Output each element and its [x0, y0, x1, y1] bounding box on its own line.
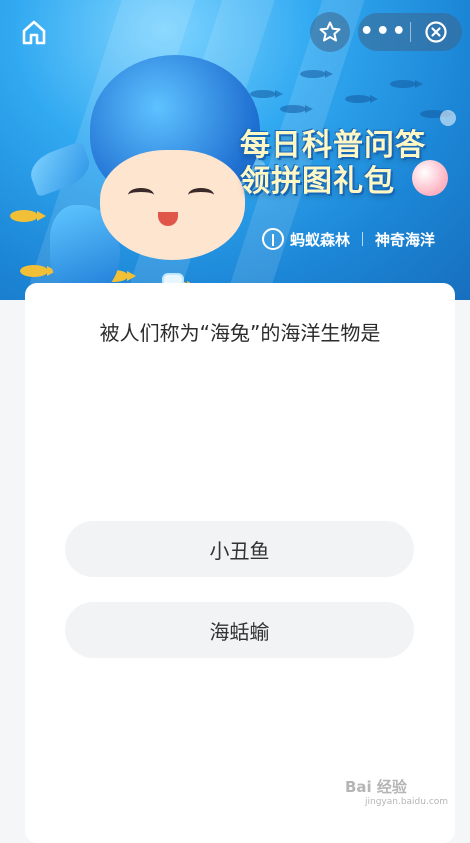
mini-program-capsule: ••• — [358, 13, 462, 51]
quiz-question: 被人们称为“海兔”的海洋生物是 — [99, 321, 381, 345]
home-icon — [22, 20, 46, 45]
ant-forest-logo-icon — [262, 228, 284, 250]
brand-divider — [362, 232, 364, 246]
star-icon — [319, 21, 341, 42]
yellow-fish-decoration — [10, 210, 46, 222]
fish-decoration — [390, 80, 423, 88]
more-dots-icon: ••• — [359, 19, 408, 44]
mascot-mouth — [158, 212, 178, 226]
quiz-card: 被人们称为“海兔”的海洋生物是 小丑鱼 海蛞蝓 — [25, 283, 455, 843]
yellow-fish-decoration — [20, 265, 56, 277]
more-button[interactable]: ••• — [358, 13, 410, 51]
mascot-face — [100, 150, 245, 260]
mascot-eye — [188, 188, 214, 202]
fish-decoration — [345, 95, 378, 103]
close-button[interactable] — [411, 13, 463, 51]
home-button[interactable] — [18, 18, 50, 46]
brand-magic-ocean: 神奇海洋 — [375, 230, 436, 249]
favorite-button[interactable] — [310, 12, 350, 52]
brand-ant-forest: 蚂蚁森林 — [290, 230, 351, 249]
fish-decoration — [300, 70, 333, 78]
banner-title-line2: 领拼图礼包 — [240, 164, 395, 199]
watermark-url: jingyan.baidu.com — [365, 797, 449, 807]
brand-row: 蚂蚁森林 神奇海洋 — [262, 228, 435, 250]
baidu-watermark: Bai 经验 jingyan.baidu.com — [345, 776, 448, 807]
close-circle-icon — [425, 21, 447, 43]
banner-title-line1: 每日科普问答 — [240, 128, 426, 163]
fish-decoration — [250, 90, 283, 98]
banner-title: 每日科普问答 领拼图礼包 — [240, 128, 470, 200]
option-button-1[interactable]: 小丑鱼 — [65, 521, 414, 577]
bubble-decoration — [440, 110, 456, 126]
option-button-2[interactable]: 海蛞蝓 — [65, 602, 414, 658]
fish-decoration — [280, 105, 313, 113]
watermark-text: Bai 经验 — [345, 778, 407, 796]
mascot-eye — [128, 188, 154, 202]
